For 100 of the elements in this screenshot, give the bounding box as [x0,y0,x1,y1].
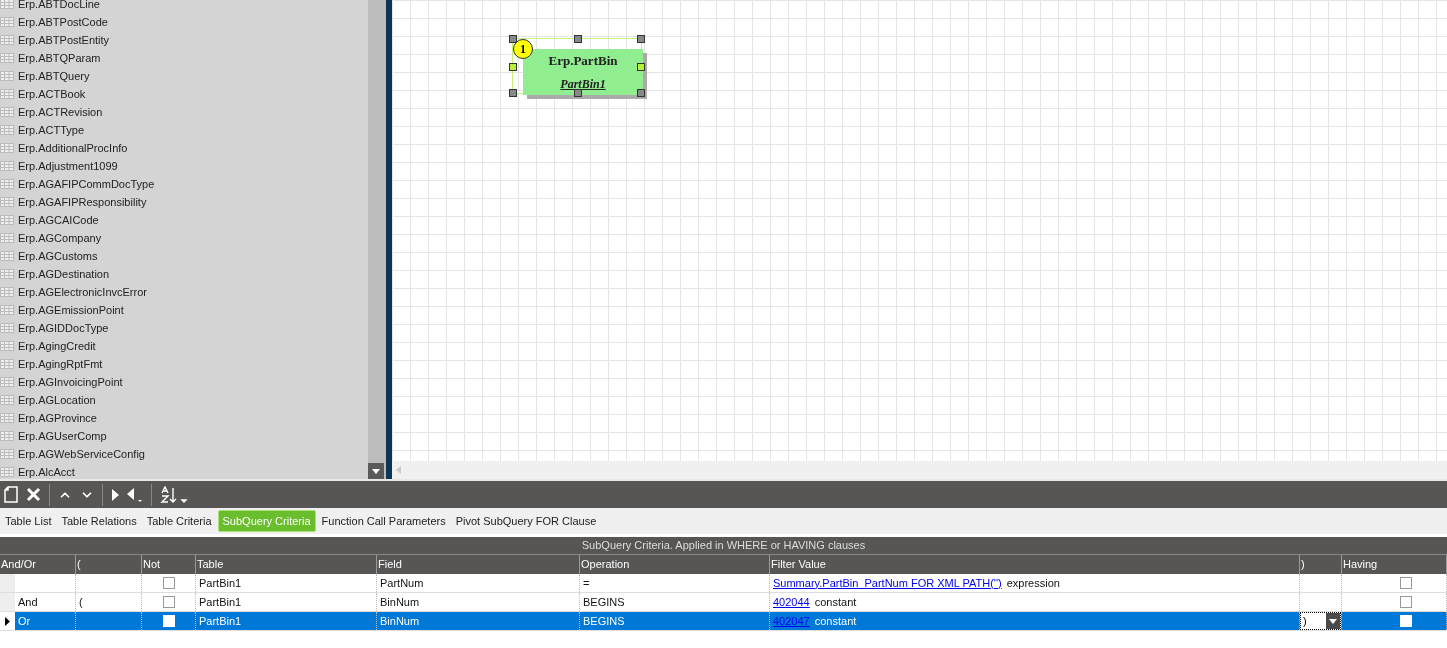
row-header[interactable] [0,612,15,630]
table-icon [0,17,14,27]
table-list-item[interactable]: Erp.AGLocation [18,391,96,409]
table-icon [0,89,14,99]
table-cell-text: PartNum [380,575,424,591]
table-list-item[interactable]: Erp.AGIDDocType [18,319,109,337]
resize-handle[interactable] [574,35,582,43]
table-icon [0,341,14,351]
table-icon [0,35,14,45]
table-name: Erp.PartBin [548,52,618,70]
filter-value-link[interactable]: 402044 [773,593,810,611]
table-list-item[interactable]: Erp.AlcAcct [18,463,75,479]
filter-value-type: constant [814,613,857,629]
sort-az-icon[interactable] [160,485,190,504]
resize-handle[interactable] [509,89,517,97]
table-icon [0,449,14,459]
table-cell-text: PartBin1 [199,613,242,629]
caret-down-icon [372,468,380,474]
checkbox[interactable] [1400,596,1412,608]
tab[interactable]: Table List [1,510,56,532]
table-list-item[interactable]: Erp.AGCAICode [18,211,99,229]
table-cell-text: And [17,594,38,610]
caret-right-icon[interactable] [111,488,119,501]
tab[interactable]: Function Call Parameters [317,510,450,532]
table-list-item[interactable]: Erp.ABTPostEntity [18,31,110,49]
table-cell-text: PartBin1 [199,575,242,591]
table-cell-text: BinNum [380,594,420,610]
table-icon [0,431,14,441]
close-paren-dropdown[interactable]: ) [1300,612,1341,630]
table-icon [0,179,14,189]
table-icon [0,413,14,423]
table-list-item[interactable]: Erp.AGCompany [18,229,102,247]
grid-row[interactable]: Or PartBin1 BinNum BEGINS 402047 constant ) [0,612,1447,631]
table-list-item[interactable]: Erp.AGElectronicInvcError [18,283,147,301]
table-icon [0,323,14,333]
node-number-badge: 1 [513,39,533,59]
caret-down-icon [1329,618,1337,624]
tab[interactable]: Pivot SubQuery FOR Clause [451,510,601,532]
tab[interactable]: Table Relations [57,510,141,532]
table-list-item[interactable]: Erp.AGCustoms [18,247,98,265]
table-cell-text: = [583,575,590,591]
table-cell-text: BinNum [380,613,420,629]
table-cell-text: PartBin1 [199,594,242,610]
table-icon [0,53,14,63]
table-list-item[interactable]: Erp.AGProvince [18,409,97,427]
table-list-item[interactable]: Erp.ABTQuery [18,67,90,85]
checkbox[interactable] [162,577,175,589]
table-icon [0,233,14,243]
table-icon [0,125,14,135]
table-alias: PartBin1 [560,76,606,93]
filter-value-type: expression [1006,575,1060,591]
table-list-item[interactable]: Erp.ABTQParam [18,49,101,67]
table-list-item[interactable]: Erp.AGWebServiceConfig [18,445,145,463]
table-cell-text: BEGINS [583,613,625,629]
table-icon [0,467,14,477]
table-icon [0,287,14,297]
filter-value-link[interactable]: Summary.PartBin_PartNum FOR XML PATH('') [773,574,1002,592]
resize-handle[interactable] [637,35,645,43]
grid-row[interactable]: And ( PartBin1 BinNum BEGINS 402044 constant [0,593,1447,612]
table-list-item[interactable]: Erp.Adjustment1099 [18,157,118,175]
table-icon [0,359,14,369]
table-list-item[interactable]: Erp.AGAFIPResponsibility [18,193,147,211]
resize-handle[interactable] [509,63,517,71]
table-list-item[interactable]: Erp.ACTType [18,121,85,139]
table-icon [0,251,14,261]
table-icon [0,0,14,9]
caret-left-icon [396,466,401,474]
scroll-down-button[interactable] [368,463,384,479]
new-page-icon[interactable] [4,486,18,503]
table-list-item[interactable]: Erp.AgingRptFmt [18,355,103,373]
checkbox[interactable] [162,596,175,608]
table-list-item[interactable]: Erp.AGEmissionPoint [18,301,124,319]
delete-icon[interactable] [26,487,41,502]
tab[interactable]: Table Criteria [142,510,216,532]
table-icon [0,71,14,81]
current-row-icon [5,616,10,626]
table-list-item[interactable]: Erp.ACTRevision [18,103,103,121]
table-list-item[interactable]: Erp.AGAFIPCommDocType [18,175,155,193]
resize-handle[interactable] [637,63,645,71]
resize-handle[interactable] [509,35,517,43]
table-list-item[interactable]: Erp.AdditionalProcInfo [18,139,128,157]
table-list-item[interactable]: Erp.AGUserComp [18,427,107,445]
resize-handle[interactable] [574,89,582,97]
table-cell-text: ( [79,594,83,610]
grid-row[interactable]: PartBin1 PartNum = Summary.PartBin_PartNum FOR XML PATH('') expression [0,574,1447,593]
table-list-item[interactable]: Erp.AGInvoicingPoint [18,373,123,391]
resize-handle[interactable] [637,89,645,97]
table-icon [0,197,14,207]
table-list-item[interactable]: Erp.AGDestination [18,265,110,283]
table-list-item[interactable]: Erp.ACTBook [18,85,86,103]
table-icon [0,305,14,315]
table-list-item[interactable]: Erp.ABTPostCode [18,13,108,31]
table-icon [0,395,14,405]
table-icon [0,215,14,225]
table-list-item[interactable]: Erp.ABTDocLine [18,0,100,13]
table-list-item[interactable]: Erp.AgingCredit [18,337,96,355]
table-icon [0,269,14,279]
caret-left-dropdown-icon[interactable] [127,487,143,502]
checkbox[interactable] [1400,577,1412,589]
filter-value-type: constant [814,594,857,610]
